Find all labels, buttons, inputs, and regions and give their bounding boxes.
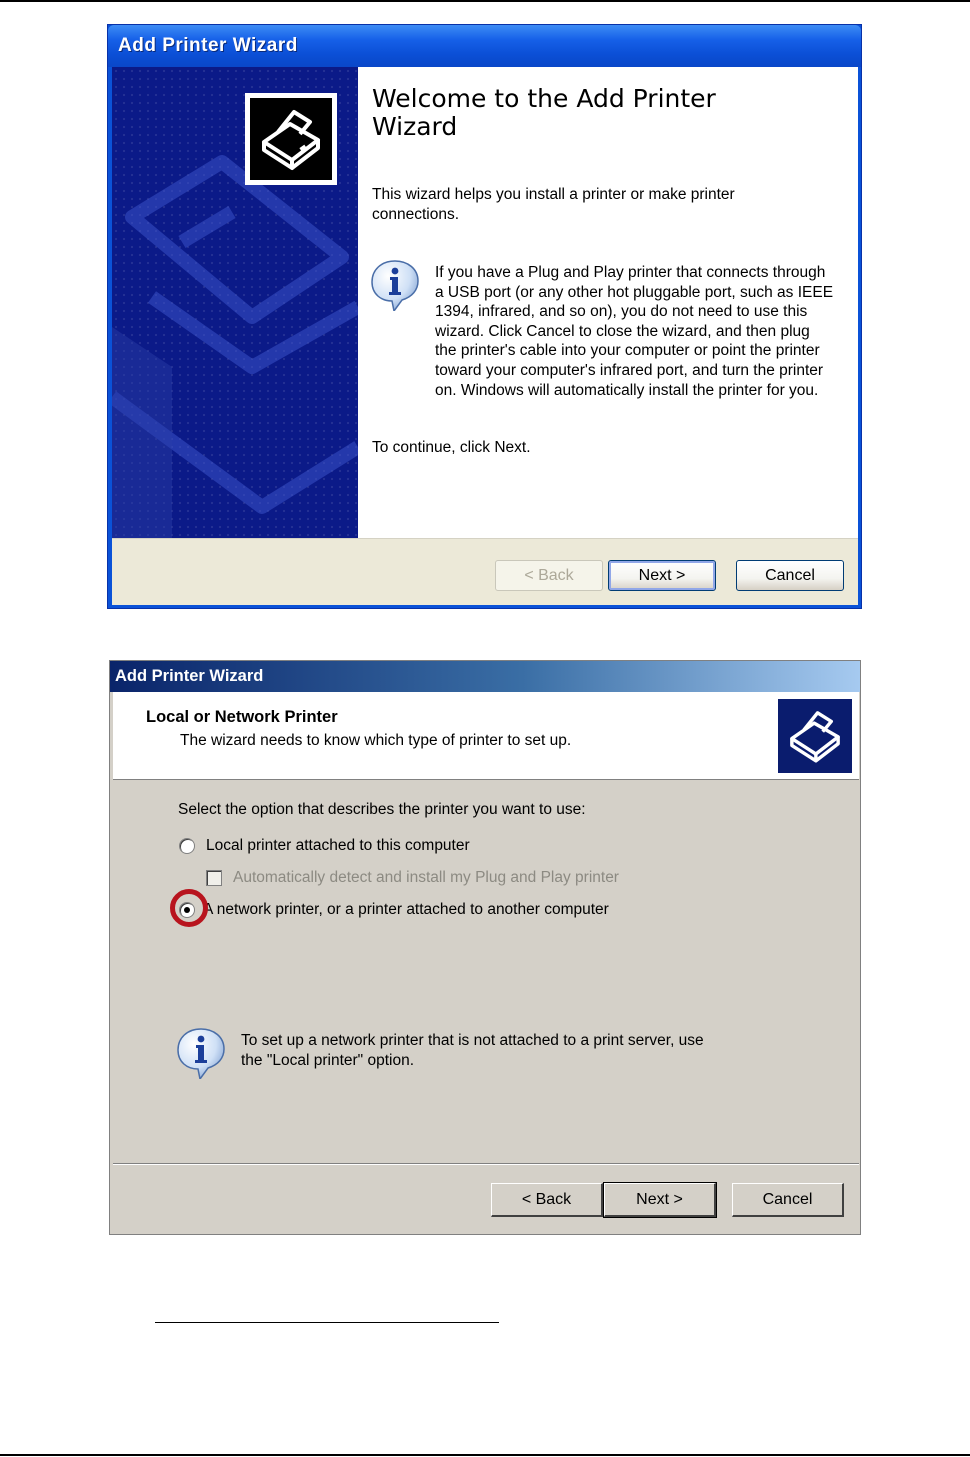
button-bar: < Back Next > Cancel [112,538,858,605]
back-button[interactable]: < Back [495,560,603,591]
selection-prompt: Select the option that describes the pri… [178,801,586,818]
add-printer-wizard-welcome-window: Add Printer Wizard Welcome to the Add Pr… [107,24,862,609]
cancel-button[interactable]: Cancel [736,560,844,591]
next-button[interactable]: Next > [603,1182,717,1218]
auto-detect-label: Automatically detect and install my Plug… [233,869,619,886]
network-note: To set up a network printer that is not … [241,1032,704,1069]
network-printer-option[interactable]: A network printer, or a printer attached… [179,901,609,919]
header-title: Local or Network Printer [146,708,338,726]
continue-text: To continue, click Next. [372,439,531,456]
title-bar[interactable]: Add Printer Wizard [110,661,860,692]
footnote-rule [155,1322,499,1323]
printer-badge [245,93,337,185]
printer-icon [778,699,852,773]
info-icon [177,1028,225,1079]
plug-and-play-info: If you have a Plug and Play printer that… [435,264,834,399]
info-icon [371,260,419,311]
local-printer-radio[interactable] [179,838,195,854]
wizard-content: Welcome to the Add Printer Wizard This w… [358,67,858,538]
header-subtitle: The wizard needs to know which type of p… [180,732,572,749]
highlight-circle [170,889,208,927]
auto-detect-option: Automatically detect and install my Plug… [206,869,619,887]
cancel-button[interactable]: Cancel [732,1183,844,1217]
title-bar[interactable]: Add Printer Wizard [108,25,861,67]
back-button[interactable]: < Back [491,1183,603,1217]
wizard-header: Local or Network Printer The wizard need… [113,692,859,780]
printer-icon [262,110,320,170]
next-button[interactable]: Next > [608,560,716,591]
welcome-heading: Welcome to the Add Printer Wizard [372,84,716,141]
add-printer-wizard-type-window: Add Printer Wizard Local or Network Prin… [109,660,861,1235]
wizard-side-banner [112,67,358,538]
network-printer-label: A network printer, or a printer attached… [203,901,609,918]
intro-text: This wizard helps you install a printer … [372,186,735,223]
auto-detect-checkbox [206,870,222,886]
local-printer-option[interactable]: Local printer attached to this computer [179,837,470,855]
page-top-rule [0,0,970,2]
local-printer-label: Local printer attached to this computer [206,837,470,854]
printer-icon [790,711,840,763]
window-title: Add Printer Wizard [115,667,264,685]
page-bottom-rule [0,1454,970,1456]
window-title: Add Printer Wizard [118,35,298,56]
button-separator [113,1163,859,1165]
